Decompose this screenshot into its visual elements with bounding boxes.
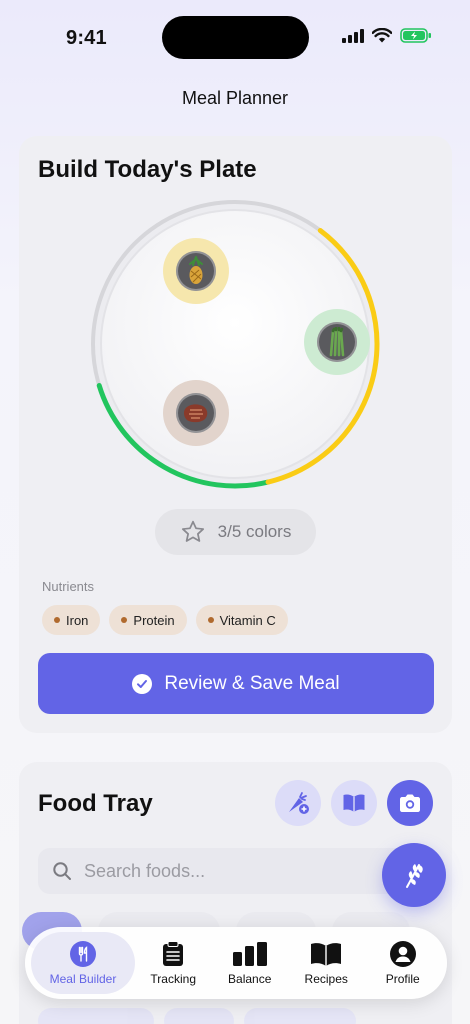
tab-label: Meal Builder (49, 971, 117, 986)
selected-food-chip (244, 1008, 356, 1024)
nutrient-dot (207, 617, 214, 623)
nutrient-chip-protein: Protein (109, 605, 187, 635)
steak-icon (184, 404, 208, 423)
tab-balance[interactable]: Balance (211, 932, 288, 994)
color-count-badge: 3/5 colors (155, 509, 316, 555)
tab-label: Balance (228, 971, 272, 986)
nutrient-chips: Iron Protein Vitamin C (42, 605, 288, 635)
tab-label: Recipes (304, 971, 348, 986)
add-food-button[interactable] (275, 780, 321, 826)
search-foods-input[interactable] (84, 860, 384, 882)
status-icons (342, 28, 432, 43)
tab-profile[interactable]: Profile (364, 932, 441, 994)
tab-label: Profile (385, 971, 420, 986)
food-tray-title: Food Tray (38, 790, 153, 817)
open-book-icon (343, 794, 365, 812)
star-icon (181, 520, 204, 542)
nutrients-label: Nutrients (42, 579, 95, 594)
plate-card-title: Build Today's Plate (38, 156, 257, 183)
status-bar: 9:41 (0, 0, 470, 76)
pineapple-icon (189, 256, 203, 284)
nutrient-chip-iron: Iron (42, 605, 101, 635)
nutrient-dot (121, 617, 128, 623)
fork-knife-icon (69, 940, 96, 967)
tab-recipes[interactable]: Recipes (288, 932, 365, 994)
food-item-beef[interactable] (163, 380, 229, 446)
plate-card: Build Today's Plate 3/5 colors Nutrients… (19, 136, 452, 733)
tab-label: Tracking (150, 971, 196, 986)
review-save-meal-label: Review & Save Meal (164, 672, 340, 694)
battery-charging-icon (400, 28, 431, 43)
food-guide-button[interactable] (331, 780, 377, 826)
nutrient-chip-vitamin-c: Vitamin C (195, 605, 288, 635)
tab-bar: Meal Builder Tracking Balance Recipes Pr… (25, 927, 447, 999)
cellular-signal-icon (342, 28, 364, 43)
dynamic-island (162, 16, 309, 59)
clipboard-icon (163, 940, 184, 966)
tab-meal-builder[interactable]: Meal Builder (31, 932, 135, 994)
suggest-food-fab[interactable] (382, 843, 446, 907)
search-icon (53, 862, 71, 880)
status-time: 9:41 (66, 27, 107, 49)
book-icon (311, 942, 342, 966)
selected-food-chip (38, 1008, 154, 1024)
food-item-asparagus[interactable] (304, 309, 370, 375)
camera-icon (400, 794, 420, 812)
tab-tracking[interactable]: Tracking (135, 932, 212, 994)
food-item-pineapple[interactable] (163, 238, 229, 304)
search-bar[interactable] (38, 848, 434, 894)
scan-food-camera-button[interactable] (387, 780, 433, 826)
leaf-sprig-icon (406, 864, 423, 888)
selected-food-chip (164, 1008, 234, 1024)
nutrient-dot (54, 617, 60, 623)
review-save-meal-button[interactable]: Review & Save Meal (38, 653, 434, 714)
wifi-icon (372, 28, 392, 43)
check-circle-icon (132, 673, 153, 694)
selected-foods-faded (38, 1008, 356, 1024)
plate[interactable] (89, 198, 381, 490)
carrot-plus-icon (289, 792, 309, 814)
color-count-text: 3/5 colors (217, 522, 292, 541)
nav-title: Meal Planner (181, 88, 289, 108)
asparagus-icon (329, 327, 345, 357)
person-icon (389, 940, 416, 967)
bar-chart-icon (232, 941, 267, 966)
